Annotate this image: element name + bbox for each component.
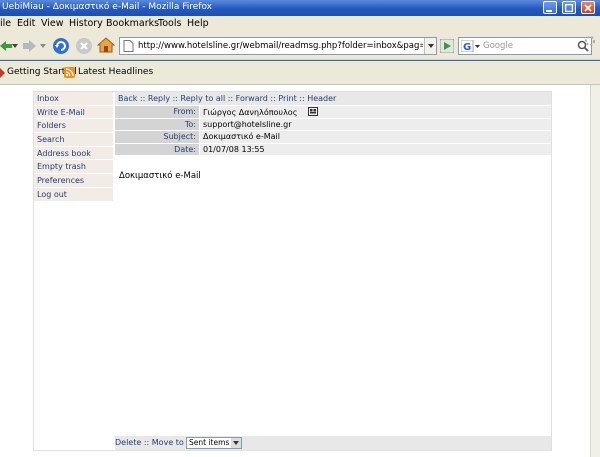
sidebar-item-empty-trash[interactable]: Empty trash <box>34 160 113 175</box>
reload-icon[interactable] <box>52 37 70 55</box>
sidebar-item-search[interactable]: Search <box>34 133 113 147</box>
chevron-down-icon <box>428 44 434 48</box>
search-placeholder[interactable]: Google <box>483 41 513 51</box>
menu-bookmarks[interactable]: Bookmarks <box>106 18 159 29</box>
address-bar[interactable]: http://www.hotelsline.gr/webmail/readmsg… <box>119 37 437 55</box>
stop-icon[interactable] <box>75 37 93 55</box>
delete-link[interactable]: Delete <box>115 438 141 447</box>
reply-link[interactable]: Reply <box>148 94 170 103</box>
print-link[interactable]: Print <box>278 94 296 103</box>
message-body: Δοκιμαστικό e-Mail <box>119 171 201 181</box>
menu-help[interactable]: Help <box>187 18 209 29</box>
menu-edit[interactable]: Edit <box>17 18 35 29</box>
url-text[interactable]: http://www.hotelsline.gr/webmail/readmsg… <box>138 41 423 51</box>
date-row: Date: 01/07/08 13:55 <box>115 142 551 155</box>
chevron-down-icon <box>233 441 239 445</box>
search-engine-icon[interactable]: G <box>461 40 481 52</box>
maximize-icon <box>565 4 573 12</box>
to-label: To: <box>115 118 199 130</box>
from-row: From: Γιώργος Δανηλόπουλος <box>115 105 551 118</box>
forward-link[interactable]: Forward <box>236 94 268 103</box>
navigation-toolbar: http://www.hotelsline.gr/webmail/readmsg… <box>0 33 600 60</box>
rss-feed-icon <box>64 67 75 78</box>
close-button[interactable] <box>581 1 595 14</box>
sidebar-item-write-email[interactable]: Write E-Mail <box>34 106 113 120</box>
date-value: 01/07/08 13:55 <box>200 143 551 155</box>
back-history-dropdown-icon[interactable] <box>12 43 18 49</box>
date-label: Date: <box>115 143 199 155</box>
subject-label: Subject: <box>115 131 199 143</box>
menu-tools[interactable]: Tools <box>158 18 181 29</box>
sidebar-item-address-book[interactable]: Address book <box>34 147 113 161</box>
move-to-label: Move to <box>151 438 184 447</box>
minimize-button[interactable] <box>543 1 557 14</box>
from-sender[interactable]: Γιώργος Δανηλόπουλος <box>203 108 297 117</box>
add-to-addressbook-icon[interactable] <box>307 107 318 116</box>
page-content: Inbox Write E-Mail Folders Search Addres… <box>0 85 600 457</box>
move-to-folder-select[interactable]: Sent items <box>186 437 242 449</box>
bookmark-latest-headlines[interactable]: Latest Headlines <box>78 67 153 77</box>
vertical-scrollbar[interactable] <box>590 85 600 457</box>
separator: :: <box>143 438 150 447</box>
separator: :: <box>270 94 276 103</box>
window-title: UebiMiau - Δοκιμαστικό e-Mail - Mozilla … <box>2 2 212 12</box>
menu-file[interactable]: ile <box>0 18 11 29</box>
url-dropdown-button[interactable] <box>424 38 436 54</box>
page-icon <box>123 40 134 52</box>
message-view: Back :: Reply :: Reply to all :: Forward… <box>115 92 551 155</box>
from-value: Γιώργος Δανηλόπουλος <box>200 106 551 118</box>
close-icon <box>584 4 592 12</box>
menu-bar: ile Edit View History Bookmarks Tools He… <box>0 16 600 33</box>
forward-history-dropdown-icon[interactable] <box>40 43 46 49</box>
back-link[interactable]: Back <box>118 94 137 103</box>
header-link[interactable]: Header <box>307 94 336 103</box>
move-to-folder-value: Sent items <box>189 438 230 447</box>
subject-value: Δοκιμαστικό e-Mail <box>200 131 551 143</box>
minimize-icon <box>546 10 552 12</box>
webmail-panel: Inbox Write E-Mail Folders Search Addres… <box>33 91 552 451</box>
forward-arrow-icon[interactable] <box>22 38 38 54</box>
menu-view[interactable]: View <box>41 18 64 29</box>
to-row: To: support@hotelsline.gr <box>115 117 551 130</box>
maximize-button[interactable] <box>562 1 576 14</box>
separator: :: <box>172 94 178 103</box>
from-label: From: <box>115 106 199 118</box>
select-dropdown-button[interactable] <box>231 438 241 448</box>
search-box[interactable]: G Google <box>458 37 592 55</box>
to-value: support@hotelsline.gr <box>200 118 551 130</box>
sidebar-item-preferences[interactable]: Preferences <box>34 174 113 188</box>
sidebar-item-folders[interactable]: Folders <box>34 119 113 134</box>
subject-row: Subject: Δοκιμαστικό e-Mail <box>115 130 551 143</box>
folder-sidebar: Inbox Write E-Mail Folders Search Addres… <box>34 92 113 202</box>
message-bottom-bar: Delete :: Move to Sent items <box>115 436 551 450</box>
bookmarks-toolbar: Getting Started Latest Headlines <box>0 61 600 85</box>
bookmark-icon <box>0 68 5 78</box>
home-icon[interactable] <box>97 36 115 54</box>
svg-text:G: G <box>463 42 471 52</box>
sidebar-item-log-out[interactable]: Log out <box>34 188 113 202</box>
sidebar-item-inbox[interactable]: Inbox <box>34 92 113 106</box>
separator: :: <box>227 94 234 103</box>
message-actions: Back :: Reply :: Reply to all :: Forward… <box>115 92 551 105</box>
throbber-icon <box>585 36 595 46</box>
reply-all-link[interactable]: Reply to all <box>181 94 226 103</box>
title-bar: UebiMiau - Δοκιμαστικό e-Mail - Mozilla … <box>0 0 600 16</box>
separator: :: <box>299 94 305 103</box>
separator: :: <box>139 94 146 103</box>
go-arrow-icon[interactable] <box>440 39 454 53</box>
menu-history[interactable]: History <box>69 18 103 29</box>
